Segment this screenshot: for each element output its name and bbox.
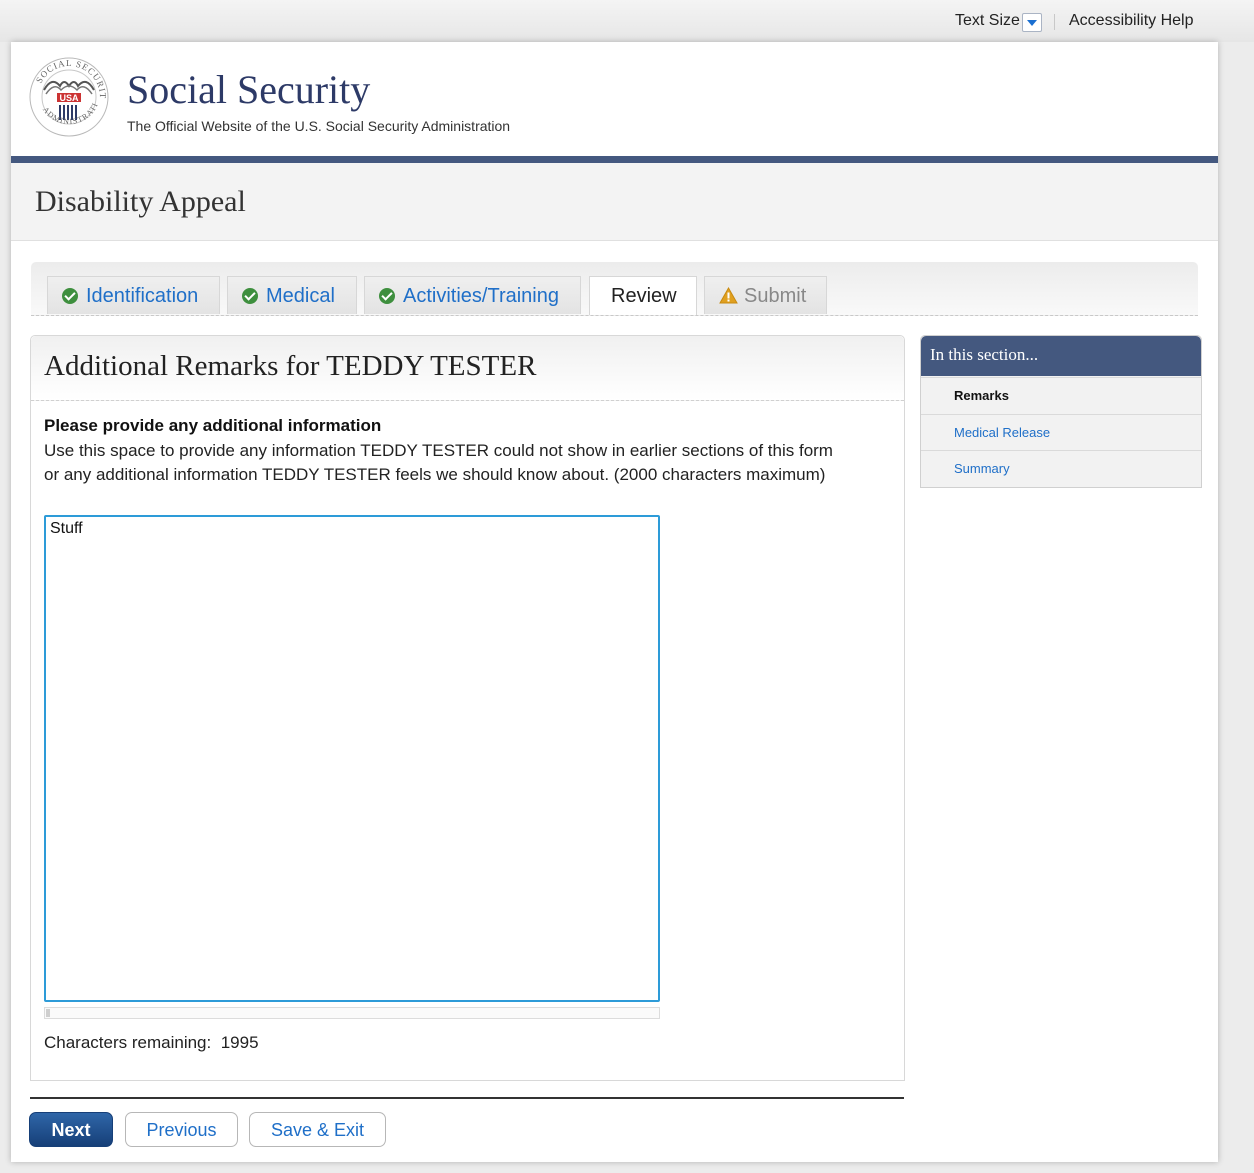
site-title[interactable]: Social Security [127,66,370,113]
tab-submit: Submit [704,276,827,314]
text-size-label[interactable]: Text Size [955,12,1020,30]
check-circle-icon [379,288,395,304]
tab-label: Medical [266,285,335,307]
tab-label: Activities/Training [403,285,559,307]
characters-remaining: Characters remaining: 1995 [44,1033,259,1053]
actions-divider [30,1097,904,1099]
characters-remaining-label: Characters remaining: [44,1033,212,1052]
text-size-dropdown-icon[interactable] [1022,13,1042,32]
site-subtitle: The Official Website of the U.S. Social … [127,118,511,134]
characters-remaining-value: 1995 [220,1033,259,1052]
previous-button[interactable]: Previous [125,1112,238,1147]
utility-bar: Text Size Accessibility Help [0,0,1254,42]
horizontal-scrollbar[interactable] [44,1007,660,1019]
utility-divider [1054,14,1055,30]
section-heading: Additional Remarks for TEDDY TESTER [44,350,537,382]
check-circle-icon [62,288,78,304]
warning-icon [719,287,738,304]
page-banner: Disability Appeal [11,163,1218,241]
page-title: Disability Appeal [35,185,246,218]
in-this-section-nav: In this section... Remarks Medical Relea… [920,335,1202,488]
sidenav-item-remarks: Remarks [921,377,1201,413]
sidenav-item-medical-release[interactable]: Medical Release [921,414,1201,450]
check-circle-icon [242,288,258,304]
tab-medical[interactable]: Medical [227,276,357,314]
next-button[interactable]: Next [29,1112,113,1147]
tab-label: Identification [86,285,199,307]
tab-label: Review [611,285,677,307]
sidenav-item-summary[interactable]: Summary [921,450,1201,486]
scrollbar-thumb[interactable] [46,1009,50,1017]
question-help-text: Use this space to provide any informatio… [44,441,833,484]
accessibility-help-link[interactable]: Accessibility Help [1069,12,1193,30]
step-tabs: Identification Medical Activities/Traini… [31,262,1198,316]
remarks-textarea[interactable]: Stuff [44,515,660,1002]
save-exit-button[interactable]: Save & Exit [249,1112,386,1147]
main-card: USA SOCIAL SECURITY ADMINISTRATION Socia… [11,42,1218,1162]
svg-text:USA: USA [59,93,79,103]
tab-activities-training[interactable]: Activities/Training [364,276,581,314]
tab-label: Submit [744,285,807,307]
site-header: USA SOCIAL SECURITY ADMINISTRATION Socia… [11,42,1218,156]
header-divider [11,156,1218,163]
remarks-panel: Additional Remarks for TEDDY TESTER Plea… [30,335,905,1081]
sidenav-header: In this section... [921,336,1201,376]
sidenav-title: In this section... [930,345,1039,364]
tab-identification[interactable]: Identification [47,276,220,314]
question-label: Please provide any additional informatio… [44,416,382,435]
panel-header: Additional Remarks for TEDDY TESTER [31,336,904,401]
ssa-seal-logo[interactable]: USA SOCIAL SECURITY ADMINISTRATION [24,48,110,138]
tab-review[interactable]: Review [589,276,697,315]
